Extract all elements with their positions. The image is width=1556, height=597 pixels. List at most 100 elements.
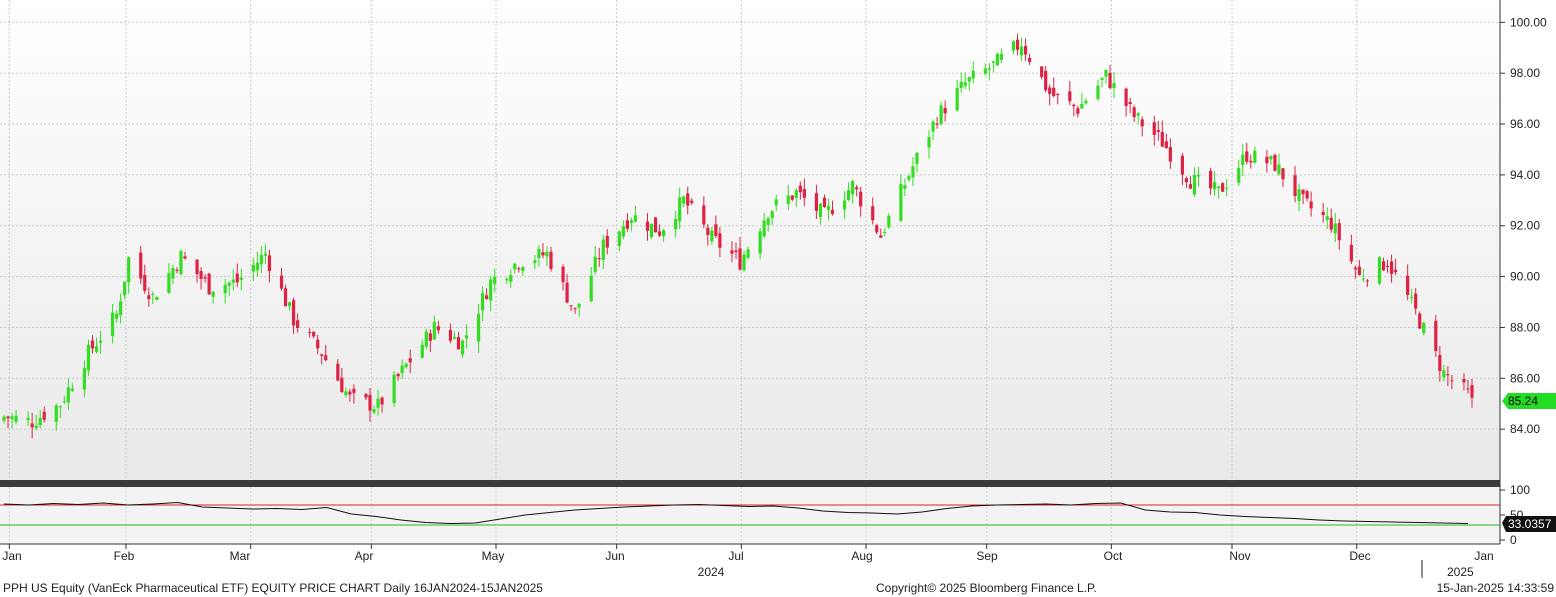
candle-body — [400, 365, 404, 374]
candle-body — [983, 68, 987, 74]
candle-body — [762, 220, 766, 237]
candle-body — [1072, 104, 1076, 107]
candle-body — [605, 235, 609, 248]
candle-body — [629, 220, 634, 224]
candle-body — [199, 271, 203, 279]
candle-body — [86, 344, 91, 371]
copyright: Copyright© 2025 Bloomberg Finance L.P. — [876, 581, 1097, 595]
candle-body — [718, 233, 722, 248]
candle-body — [1015, 39, 1020, 50]
candle-body — [686, 193, 690, 206]
candle-body — [1040, 66, 1044, 77]
candle-body — [255, 262, 259, 271]
candle-body — [830, 209, 835, 215]
candle-body — [1446, 374, 1450, 376]
rsi-y-tick-label: 0 — [1510, 533, 1517, 547]
candle-body — [1269, 156, 1273, 160]
candle-body — [211, 291, 215, 297]
candle-body — [537, 248, 541, 259]
candle-body — [601, 239, 605, 261]
candle-body — [1329, 217, 1333, 230]
candle-body — [1249, 160, 1253, 163]
candle-body — [935, 123, 939, 125]
candle-body — [1217, 186, 1221, 189]
y-tick-label: 84.00 — [1510, 422, 1540, 436]
candle-body — [30, 423, 34, 428]
candle-body — [742, 254, 746, 271]
candle-body — [786, 195, 790, 204]
candle-body — [171, 267, 175, 279]
candle-body — [119, 301, 123, 316]
candle-body — [907, 176, 911, 180]
candle-body — [183, 256, 187, 259]
candle-body — [533, 260, 537, 264]
candle-body — [54, 405, 58, 422]
candle-body — [1385, 265, 1390, 267]
candle-body — [991, 61, 995, 63]
candle-body — [1450, 380, 1454, 382]
x-tick-label: Apr — [355, 549, 374, 563]
y-tick-label: 92.00 — [1510, 219, 1540, 233]
candle-body — [577, 303, 581, 308]
candle-body — [847, 189, 851, 201]
candle-body — [94, 346, 99, 352]
panel-divider[interactable] — [0, 480, 1500, 487]
candle-body — [859, 191, 863, 207]
candle-body — [1080, 103, 1084, 109]
candle-body — [625, 220, 629, 229]
candle-body — [738, 248, 742, 270]
candle-body — [633, 215, 638, 222]
candle-body — [1309, 201, 1313, 209]
candle-body — [1241, 154, 1245, 166]
candle-body — [879, 235, 883, 238]
rsi-y-tick-label: 100 — [1510, 483, 1530, 497]
candle-body — [899, 183, 903, 221]
candle-body — [1337, 223, 1341, 241]
candle-body — [794, 190, 798, 198]
candle-body — [1357, 266, 1361, 275]
candle-body — [1462, 378, 1466, 383]
candle-body — [127, 257, 131, 283]
candle-body — [955, 87, 959, 111]
candle-body — [344, 391, 348, 396]
candle-body — [1128, 101, 1132, 104]
candle-body — [842, 200, 847, 210]
candle-body — [1076, 108, 1080, 114]
candle-body — [746, 249, 750, 258]
candle-body — [774, 199, 778, 206]
candle-body — [517, 268, 521, 270]
candle-body — [1192, 174, 1197, 195]
candle-body — [408, 358, 412, 363]
candle-body — [376, 398, 380, 408]
candle-body — [448, 330, 453, 341]
candle-body — [1381, 261, 1386, 271]
x-tick-label: Dec — [1349, 549, 1370, 563]
candle-body — [678, 197, 682, 222]
candle-body — [291, 300, 296, 326]
candle-body — [802, 188, 806, 198]
candle-body — [34, 425, 38, 428]
x-tick-label: Jul — [728, 549, 743, 563]
candle-body — [903, 185, 907, 189]
candle-body — [927, 137, 931, 148]
candle-body — [887, 215, 891, 228]
candle-body — [621, 226, 625, 237]
candle-body — [730, 250, 734, 254]
candle-body — [959, 81, 963, 88]
y-tick-label: 100.00 — [1510, 15, 1547, 29]
candle-body — [1124, 88, 1128, 107]
candle-body — [155, 297, 159, 300]
candle-body — [1361, 278, 1366, 280]
candle-body — [674, 218, 678, 230]
candle-body — [287, 302, 292, 307]
candle-body — [657, 231, 662, 236]
candle-body — [476, 313, 481, 342]
candle-body — [589, 275, 593, 302]
candle-body — [396, 373, 400, 377]
candle-body — [1237, 168, 1241, 183]
x-tick-label: Oct — [1104, 549, 1123, 563]
candle-body — [26, 417, 30, 421]
candle-body — [239, 277, 243, 280]
year-label-2025: 2025 — [1447, 565, 1474, 579]
candle-body — [1052, 87, 1056, 97]
